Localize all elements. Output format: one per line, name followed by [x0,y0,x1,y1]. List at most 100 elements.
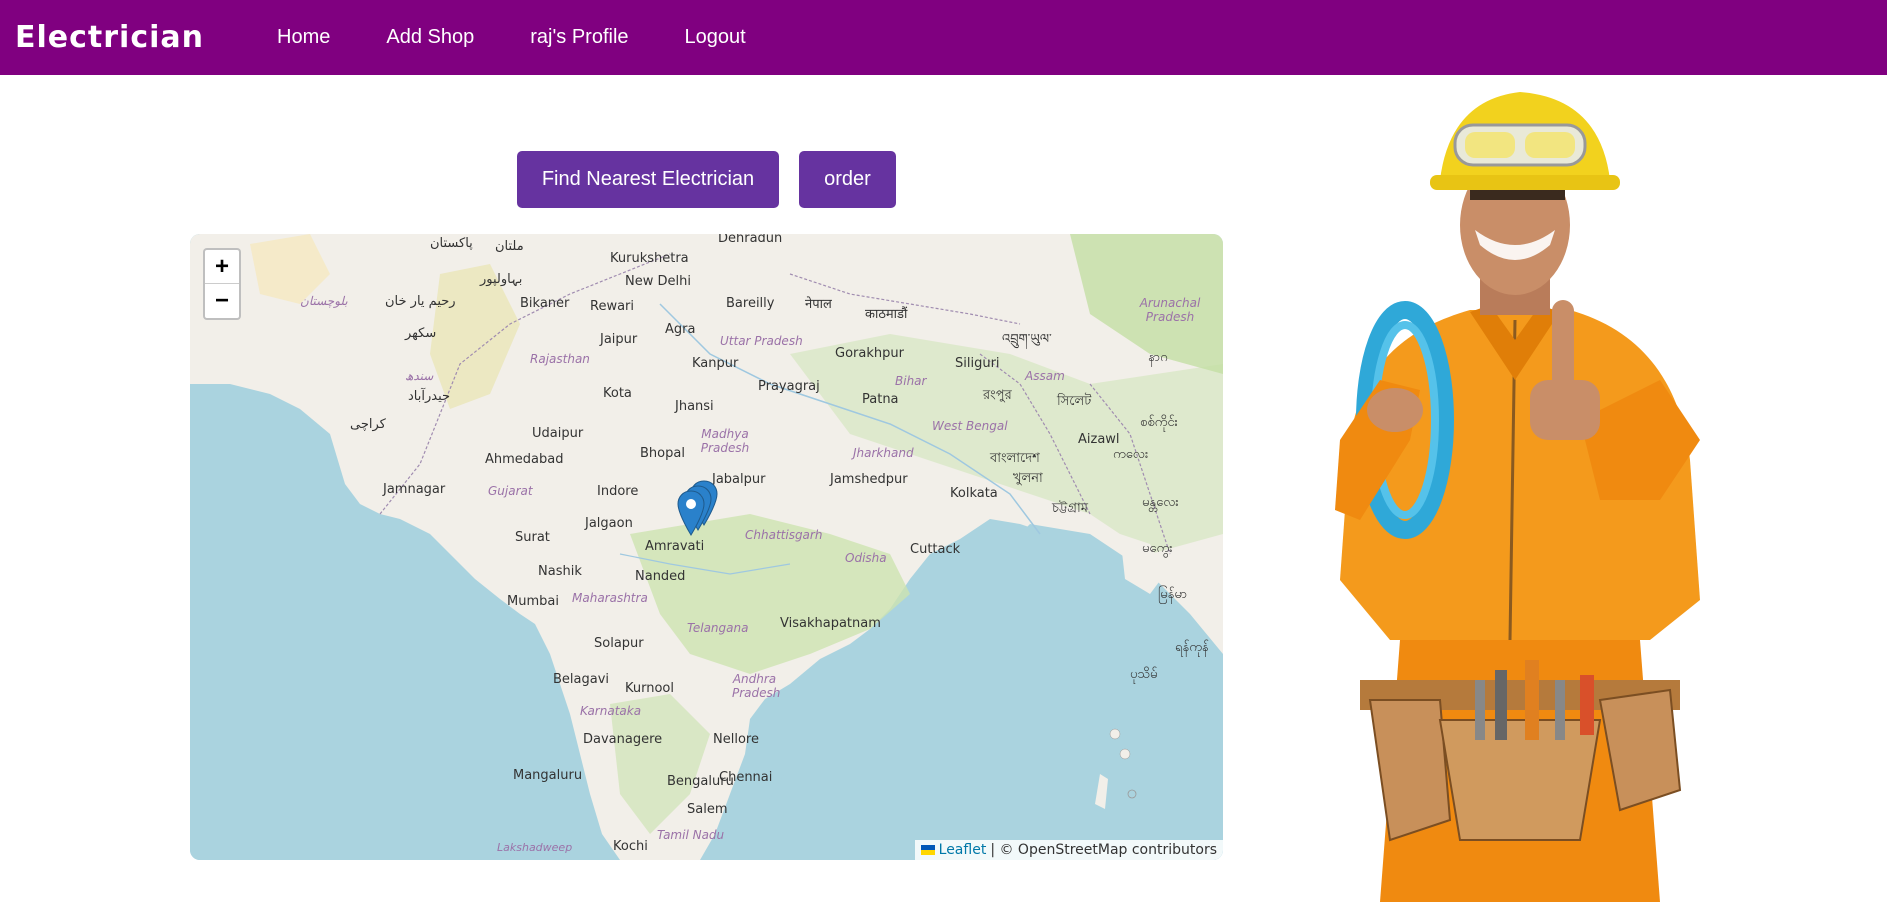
map-label-aizawl: Aizawl [1078,432,1120,447]
nav-home-link[interactable]: Home [277,26,330,49]
ukraine-flag-icon [920,845,935,855]
map-label-jamshedpur: Jamshedpur [830,472,908,487]
map-label-myanmar-magway: မကွေး [1142,541,1173,556]
map-label-jamnagar: Jamnagar [383,482,446,497]
map-label-solapur: Solapur [594,636,644,651]
map-label-myanmar-pathein: ပုသိမ် [1130,667,1158,682]
map-label-myanmar-kalay: ကလေး [1113,447,1149,462]
map-marker-icon[interactable] [676,489,706,539]
map-label-mumbai: Mumbai [507,594,559,609]
map-label-prayagraj: Prayagraj [758,379,820,394]
map-label-jalgaon: Jalgaon [585,516,633,531]
map-label-davanagere: Davanagere [583,732,663,747]
map-label-surat: Surat [515,530,550,545]
map-label-jhansi: Jhansi [675,399,714,414]
map-label-mangaluru: Mangaluru [513,768,583,783]
map-label-myanmar: မြန်မာ [1158,587,1188,602]
map-label-kurukshetra: Kurukshetra [610,251,689,266]
map-label-nagaland: နာဂ [1148,350,1168,365]
map-label-sukkur: سکھر [405,326,437,341]
map-label-myanmar-mandalay: မန္တလေး [1142,495,1179,510]
map-label-belagavi: Belagavi [553,672,610,687]
zoom-in-button[interactable]: + [205,250,239,284]
map-label-jharkhand: Jharkhand [853,446,914,460]
map-label-hyderabad-pk: حیدرآباد [408,389,451,404]
map-label-balochistan: بلوچستان [300,294,348,308]
map-label-pakistan: پاکستان [430,236,473,251]
map-label-rajasthan: Rajasthan [530,352,590,366]
map-view[interactable]: Dehradun Kurukshetra New Delhi Bareilly … [190,234,1223,860]
map-label-uttar-pradesh: Uttar Pradesh [720,334,803,348]
map-label-madhya-pradesh: Madhya Pradesh [700,427,750,455]
map-label-bihar: Bihar [895,374,927,388]
map-label-sylhet: সিলেট [1057,394,1092,409]
map-label-myanmar-sagaing: စစ်ကိုင်း [1140,415,1178,430]
map-label-nellore: Nellore [713,732,759,747]
brand-logo[interactable]: Electrician [15,20,204,55]
osm-attribution-text: | © OpenStreetMap contributors [990,842,1217,858]
map-label-bikaner: Bikaner [520,296,570,311]
map-label-kathmandu: काठमाडौं [865,307,908,322]
map-label-kolkata: Kolkata [950,486,998,501]
map-label-arunachal: Arunachal Pradesh [1139,296,1201,324]
map-label-gujarat: Gujarat [488,484,533,498]
map-label-patna: Patna [862,392,899,407]
action-buttons: Find Nearest Electrician order [517,151,896,208]
map-label-salem: Salem [687,802,728,817]
map-label-tamil-nadu: Tamil Nadu [657,828,725,842]
map-label-rangpur: রংপুর [983,388,1012,403]
map-label-visakhapatnam: Visakhapatnam [780,616,881,631]
map-label-rahim: رحیم یار خان [385,294,456,309]
map-label-chennai: Chennai [719,770,773,785]
map-label-nanded: Nanded [635,569,686,584]
map-label-amravati: Amravati [645,539,705,554]
map-label-gorakhpur: Gorakhpur [835,346,904,361]
map-attribution: Leaflet | © OpenStreetMap contributors [914,840,1223,860]
map-label-andhra: Andhra Pradesh [732,672,781,700]
leaflet-link[interactable]: Leaflet [939,842,987,858]
nav-add-shop-link[interactable]: Add Shop [386,26,474,49]
map-label-khulna: খুলনা [1013,471,1043,486]
map-label-agra: Agra [665,322,696,337]
map-label-rewari: Rewari [590,299,635,314]
map-label-karnataka: Karnataka [580,704,642,718]
map-label-jabalpur: Jabalpur [712,472,766,487]
map-label-karachi: کراچی [350,417,386,432]
nav-logout-link[interactable]: Logout [685,26,746,49]
map-label-jaipur: Jaipur [600,332,638,347]
map-label-bareilly: Bareilly [726,296,775,311]
map-label-odisha: Odisha [845,551,887,565]
map-label-ahmedabad: Ahmedabad [485,452,564,467]
map-label-udaipur: Udaipur [532,426,584,441]
top-navbar: Electrician Home Add Shop raj's Profile … [0,0,1887,75]
map-label-nashik: Nashik [538,564,582,579]
map-label-bahawalpur: بہاولپور [480,272,523,287]
map-label-bhutan: འབྲུག་ཡུལ་ [1002,332,1052,347]
map-label-siliguri: Siliguri [955,356,1000,371]
map-tiles [190,234,1223,860]
map-label-assam: Assam [1025,369,1065,383]
nav-profile-link[interactable]: raj's Profile [530,26,628,49]
nav-links: Home Add Shop raj's Profile Logout [249,26,774,49]
order-button[interactable]: order [799,151,896,208]
map-label-kochi: Kochi [613,839,648,854]
electrician-worker-image [1335,92,1700,902]
map-label-kota: Kota [603,386,632,401]
map-label-chittagong: চট্টগ্রাম [1052,501,1088,516]
map-label-sindh: سندھ [405,369,434,383]
zoom-control: + − [203,248,241,320]
map-label-kurnool: Kurnool [625,681,674,696]
map-label-nepal: नेपाल [805,297,832,312]
map-label-cuttack: Cuttack [910,542,961,557]
map-label-dehradun: Dehradun [718,234,783,246]
map-label-bangladesh: বাংলাদেশ [990,451,1040,466]
map-label-maharashtra: Maharashtra [572,591,648,605]
map-label-indore: Indore [597,484,639,499]
map-label-multan: ملتان [495,239,524,254]
map-label-chhattisgarh: Chhattisgarh [745,528,823,542]
map-label-telangana: Telangana [687,621,749,635]
map-label-new-delhi: New Delhi [625,274,691,289]
find-nearest-electrician-button[interactable]: Find Nearest Electrician [517,151,779,208]
map-label-lakshadweep: Lakshadweep [497,841,573,854]
zoom-out-button[interactable]: − [205,284,239,318]
